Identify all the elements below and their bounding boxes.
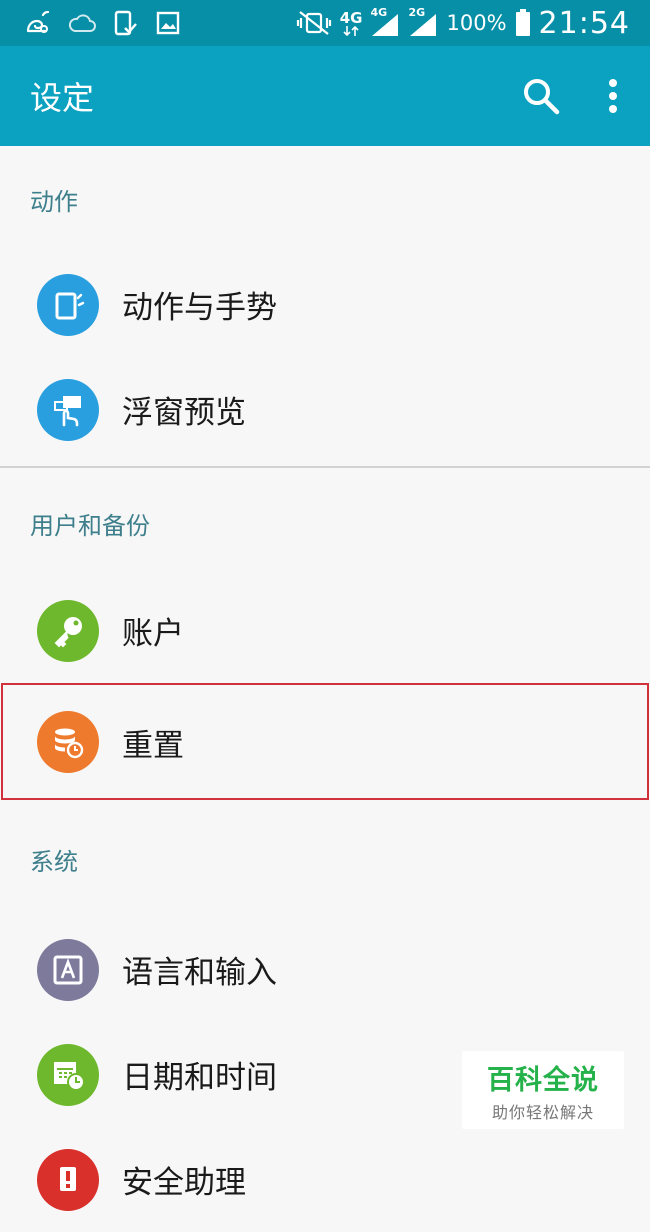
section-header-actions: 动作 bbox=[30, 187, 78, 216]
clock: 21:54 bbox=[538, 5, 630, 41]
battery-percent: 100% bbox=[446, 11, 507, 35]
settings-item-motion-gesture[interactable]: 动作与手势 bbox=[0, 252, 650, 357]
image-icon bbox=[156, 11, 180, 35]
settings-item-label: 浮窗预览 bbox=[122, 395, 246, 431]
settings-item-air-view[interactable]: 浮窗预览 bbox=[0, 357, 650, 462]
watermark-subtitle: 助你轻松解决 bbox=[491, 1102, 594, 1122]
air-view-icon bbox=[37, 378, 99, 441]
settings-item-label: 账户 bbox=[122, 616, 184, 652]
search-icon[interactable] bbox=[522, 77, 560, 115]
reset-icon bbox=[37, 711, 99, 773]
section-header-system: 系统 bbox=[30, 847, 78, 876]
signal-2g-label: 2G bbox=[408, 6, 426, 19]
safety-icon bbox=[37, 1148, 99, 1211]
settings-item-safety[interactable]: 安全助理 bbox=[0, 1127, 650, 1232]
settings-item-label: 动作与手势 bbox=[122, 290, 277, 326]
settings-item-label: 日期和时间 bbox=[122, 1060, 277, 1096]
status-bar: 4G 4G 2G 100% 21:54 bbox=[0, 0, 650, 46]
signal-2g: 2G bbox=[408, 6, 438, 37]
page-title: 设定 bbox=[30, 79, 95, 117]
date-time-icon bbox=[37, 1043, 99, 1106]
settings-item-label: 安全助理 bbox=[122, 1165, 246, 1201]
language-icon bbox=[37, 938, 99, 1001]
network-type: 4G bbox=[339, 8, 363, 36]
phone-check-icon bbox=[114, 10, 138, 36]
settings-item-language-input[interactable]: 语言和输入 bbox=[0, 917, 650, 1022]
app-bar: 设定 bbox=[0, 46, 650, 146]
battery-icon bbox=[515, 9, 531, 37]
uc-browser-icon bbox=[24, 11, 50, 35]
settings-item-label: 语言和输入 bbox=[122, 955, 277, 991]
vibrate-mute-icon bbox=[296, 10, 332, 36]
more-vert-icon[interactable] bbox=[608, 78, 618, 114]
signal-4g-label: 4G bbox=[370, 6, 388, 19]
motion-gesture-icon bbox=[37, 273, 99, 336]
watermark-logo: 百科全说 助你轻松解决 bbox=[462, 1051, 624, 1129]
section-header-user-backup: 用户和备份 bbox=[30, 511, 150, 540]
settings-item-reset[interactable]: 重置 bbox=[0, 683, 650, 801]
watermark-title: 百科全说 bbox=[487, 1064, 599, 1096]
signal-4g: 4G bbox=[370, 6, 400, 37]
settings-item-accounts[interactable]: 账户 bbox=[0, 578, 650, 683]
network-type-label: 4G bbox=[339, 8, 363, 27]
key-icon bbox=[37, 599, 99, 662]
settings-item-label: 重置 bbox=[122, 727, 184, 764]
cloud-icon bbox=[68, 13, 96, 33]
